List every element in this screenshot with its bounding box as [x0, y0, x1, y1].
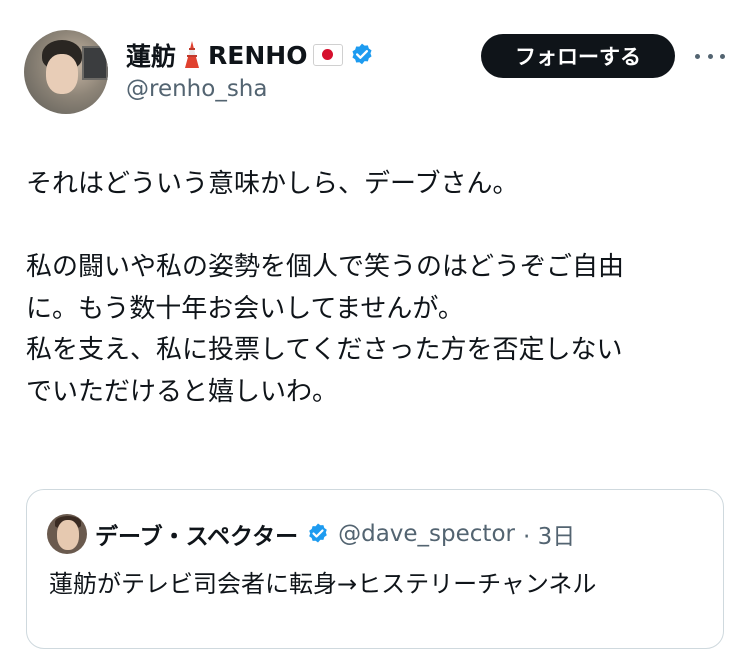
tweet-line-blank — [26, 206, 726, 248]
author-display-name[interactable]: 蓮舫 — [126, 37, 176, 73]
quoted-tweet-header: デーブ・スペクター @dave_spector · 3日 — [47, 514, 575, 554]
tweet-line: でいただけると嬉しいわ。 — [26, 376, 339, 407]
quoted-author-handle[interactable]: @dave_spector — [338, 521, 515, 547]
verified-badge-icon — [306, 522, 330, 546]
quoted-avatar-face — [57, 520, 79, 550]
author-name-row[interactable]: 蓮舫 RENHO — [126, 38, 375, 72]
tweet-line: 私の闘いや私の姿勢を個人で笑うのはどうぞご自由 — [26, 252, 625, 282]
author-display-name-suffix[interactable]: RENHO — [208, 41, 307, 70]
author-handle[interactable]: @renho_sha — [126, 76, 267, 102]
author-avatar[interactable] — [24, 30, 108, 114]
quoted-tweet-time[interactable]: · 3日 — [523, 517, 575, 551]
more-dot — [695, 53, 700, 59]
more-dot — [720, 53, 725, 59]
quoted-tweet-text: 蓮舫がテレビ司会者に転身→ヒステリーチャンネル — [49, 570, 597, 598]
tokyo-tower-icon — [182, 41, 202, 69]
tweet-line: に。もう数十年お会いしてませんが。 — [26, 293, 464, 324]
japan-flag-icon — [313, 44, 344, 66]
tweet-line: それはどういう意味かしら、デーブさん。 — [26, 169, 519, 199]
verified-badge-icon[interactable] — [349, 42, 375, 68]
quoted-author-avatar[interactable] — [47, 514, 87, 554]
tweet-line: 私を支え、私に投票してくださった方を否定しない — [26, 335, 623, 365]
quoted-tweet-card[interactable]: デーブ・スペクター @dave_spector · 3日 蓮舫がテレビ司会者に転… — [26, 489, 724, 649]
quoted-author-name[interactable]: デーブ・スペクター — [95, 517, 298, 551]
follow-button[interactable]: フォローする — [481, 34, 675, 78]
more-dot — [707, 53, 713, 59]
tweet-text: それはどういう意味かしら、デーブさん。 私の闘いや私の姿勢を個人で笑うのはどうぞ… — [26, 164, 726, 413]
avatar-background-frame — [82, 46, 108, 80]
more-options-icon[interactable] — [695, 44, 725, 68]
avatar-face — [46, 54, 78, 94]
